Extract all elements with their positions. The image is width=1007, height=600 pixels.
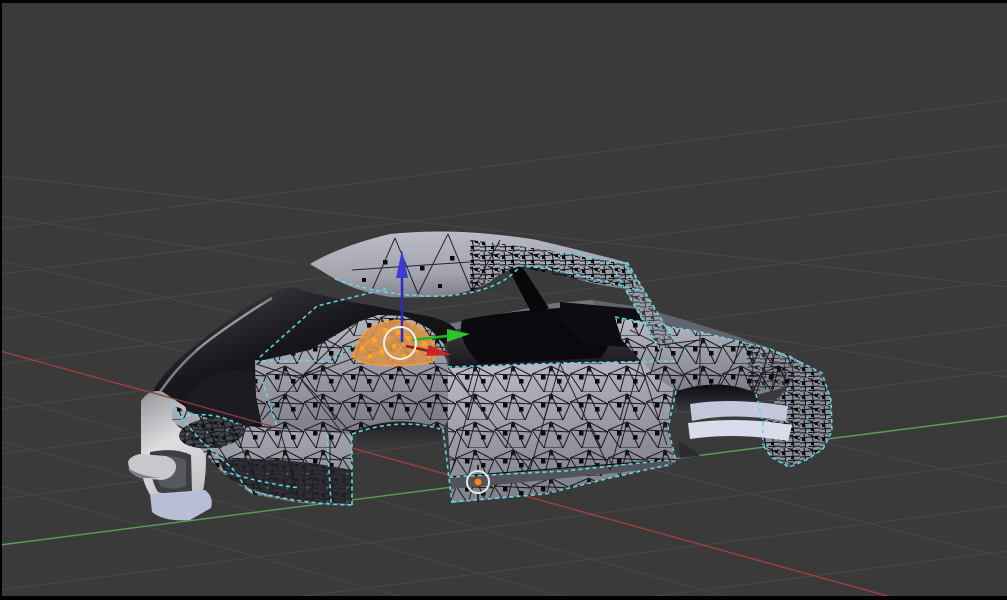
blender-3d-viewport[interactable]: Blender 3D Viewport: [0, 0, 1007, 600]
object-origin-dot: [473, 477, 483, 487]
viewport-canvas[interactable]: Blender 3D Viewport: [0, 0, 1007, 600]
